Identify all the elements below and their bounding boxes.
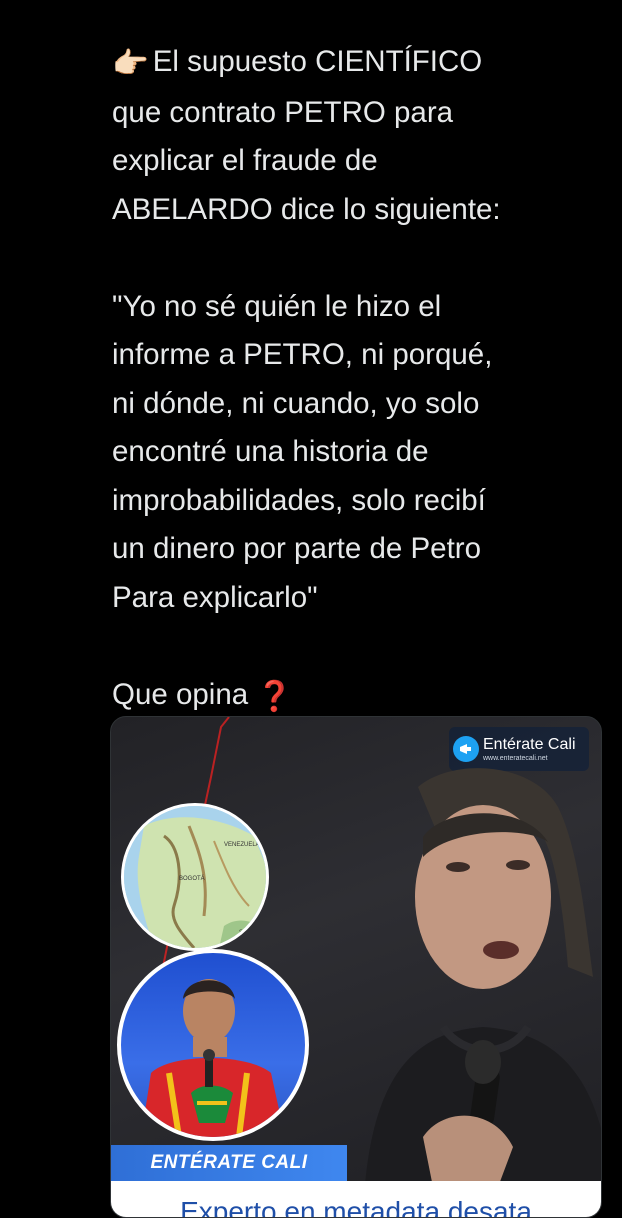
tweet-text: 👉🏻 El supuesto CIENTÍFICO que contrato PE… <box>112 38 612 721</box>
quote-line-6: un dinero por parte de Petro <box>112 532 481 565</box>
quote-line-4: encontré una historia de <box>112 435 429 468</box>
media-headline: Experto en metadata desata <box>180 1196 532 1218</box>
tweet-line-1: 👉🏻 El supuesto CIENTÍFICO <box>112 38 612 89</box>
question-mark-icon: ❓ <box>256 679 294 713</box>
closing-line: Que opina ❓ <box>112 671 612 722</box>
svg-text:BOGOTÁ: BOGOTÁ <box>179 875 205 882</box>
quote-line-3: ni dónde, ni cuando, yo solo <box>112 386 480 420</box>
quote-line-7: Para explicarlo" <box>112 580 318 614</box>
tweet-line-4: ABELARDO dice lo siguiente: <box>112 192 501 226</box>
pointing-hand-icon: 👉🏻 <box>112 47 149 80</box>
enterate-cali-caption-bar: ENTÉRATE CALI <box>111 1145 347 1181</box>
colombia-map-image: VENEZUELA BOGOTÁ Selva <box>121 803 269 951</box>
quote-line-5: improbabilidades, solo recibí <box>112 483 486 517</box>
scientist-speaking-image <box>363 768 601 1217</box>
svg-text:VENEZUELA: VENEZUELA <box>224 842 260 848</box>
tweet-line-2: que contrato PETRO para <box>112 95 454 129</box>
tweet-line-3: explicar el fraude de <box>112 144 378 177</box>
petro-portrait-image <box>117 949 309 1141</box>
quote-line-2: informe a PETRO, ni porqué, <box>112 338 493 371</box>
tweet-media-image[interactable]: Entérate Cali www.enteratecali.net VENEZ… <box>110 716 602 1218</box>
quote-line-1: "Yo no sé quién le hizo el <box>112 289 442 323</box>
